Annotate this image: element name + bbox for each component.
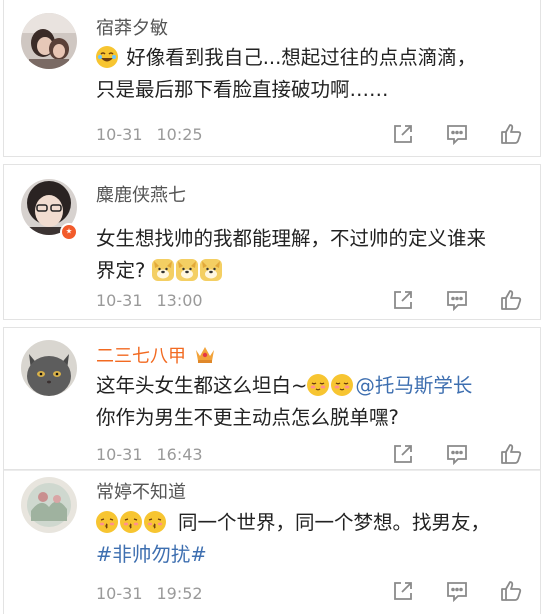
crown-icon bbox=[194, 344, 216, 369]
comment-text: 好像看到我自己...想起过往的点点滴滴， 只是最后那下看脸直接破功啊…… bbox=[96, 42, 526, 106]
repost-icon[interactable] bbox=[392, 580, 414, 602]
username-text: 二三七八甲 bbox=[96, 346, 186, 367]
comment-text-line: 界定? bbox=[96, 259, 146, 282]
comment-text-line: 你作为男生不更主动点怎么脱单嘿? bbox=[96, 406, 399, 429]
kiss-emoji bbox=[144, 511, 166, 533]
comment-actions bbox=[392, 289, 522, 311]
time: 16:43 bbox=[156, 445, 203, 464]
comment-card: 宿莽夕敏 好像看到我自己...想起过往的点点滴滴， 只是最后那下看脸直接破功啊…… bbox=[3, 0, 541, 157]
timestamp: 10-31 19:52 bbox=[96, 584, 203, 603]
comment-actions bbox=[392, 443, 522, 465]
comment-icon[interactable] bbox=[446, 123, 468, 145]
time: 10:25 bbox=[156, 125, 203, 144]
repost-icon[interactable] bbox=[392, 289, 414, 311]
time: 19:52 bbox=[156, 584, 203, 603]
timestamp: 10-31 10:25 bbox=[96, 125, 203, 144]
date: 10-31 bbox=[96, 125, 143, 144]
date: 10-31 bbox=[96, 291, 143, 310]
time: 13:00 bbox=[156, 291, 203, 310]
timestamp: 10-31 13:00 bbox=[96, 291, 203, 310]
doge-emoji bbox=[151, 259, 174, 281]
username[interactable]: 麋鹿侠燕七 bbox=[96, 181, 186, 207]
comment-card: 二三七八甲 这年头女生都这么坦白~ @托马斯学长 你作为男生不更主动点怎么脱单嘿… bbox=[3, 327, 541, 469]
timestamp: 10-31 16:43 bbox=[96, 445, 203, 464]
mention-link[interactable]: @托马斯学长 bbox=[355, 374, 472, 397]
comment-text: 这年头女生都这么坦白~ @托马斯学长 你作为男生不更主动点怎么脱单嘿? bbox=[96, 370, 526, 434]
shy-emoji bbox=[331, 374, 354, 396]
laugh-cry-emoji bbox=[96, 46, 118, 68]
repost-icon[interactable] bbox=[392, 443, 414, 465]
repost-icon[interactable] bbox=[392, 123, 414, 145]
thumbs-up-icon[interactable] bbox=[500, 580, 522, 602]
comment-text: 同一个世界，同一个梦想。找男友， #非帅勿扰# bbox=[96, 507, 526, 571]
comment-text: 女生想找帅的我都能理解，不过帅的定义谁来 界定? bbox=[96, 223, 526, 287]
comment-card: 麋鹿侠燕七 女生想找帅的我都能理解，不过帅的定义谁来 界定? 10-31 13:… bbox=[3, 164, 541, 320]
comment-icon[interactable] bbox=[446, 289, 468, 311]
comment-text-line: 好像看到我自己...想起过往的点点滴滴， bbox=[126, 46, 477, 69]
avatar[interactable] bbox=[21, 13, 77, 69]
username[interactable]: 宿莽夕敏 bbox=[96, 14, 168, 40]
doge-emoji bbox=[199, 259, 222, 281]
verified-badge bbox=[60, 223, 78, 241]
shy-emoji bbox=[307, 374, 330, 396]
kiss-emoji bbox=[120, 511, 142, 533]
username[interactable]: 常婷不知道 bbox=[96, 478, 186, 504]
thumbs-up-icon[interactable] bbox=[500, 123, 522, 145]
date: 10-31 bbox=[96, 584, 143, 603]
avatar[interactable] bbox=[21, 340, 77, 396]
avatar[interactable] bbox=[21, 477, 77, 533]
comment-card: 常婷不知道 同一个世界，同一个梦想。找男友， #非帅勿扰# 10-31 19:52 bbox=[3, 469, 541, 614]
thumbs-up-icon[interactable] bbox=[500, 443, 522, 465]
comment-icon[interactable] bbox=[446, 580, 468, 602]
comment-text-line: 只是最后那下看脸直接破功啊…… bbox=[96, 78, 389, 101]
divider bbox=[4, 470, 540, 471]
comment-actions bbox=[392, 123, 522, 145]
comment-text-line: 这年头女生都这么坦白~ bbox=[96, 374, 308, 397]
comment-text-line: 女生想找帅的我都能理解，不过帅的定义谁来 bbox=[96, 227, 487, 250]
comment-icon[interactable] bbox=[446, 443, 468, 465]
doge-emoji bbox=[175, 259, 198, 281]
hashtag-link[interactable]: #非帅勿扰# bbox=[96, 543, 207, 566]
date: 10-31 bbox=[96, 445, 143, 464]
thumbs-up-icon[interactable] bbox=[500, 289, 522, 311]
kiss-emoji bbox=[96, 511, 118, 533]
comment-text-line: 同一个世界，同一个梦想。找男友， bbox=[178, 511, 491, 534]
comment-actions bbox=[392, 580, 522, 602]
username[interactable]: 二三七八甲 bbox=[96, 342, 216, 369]
